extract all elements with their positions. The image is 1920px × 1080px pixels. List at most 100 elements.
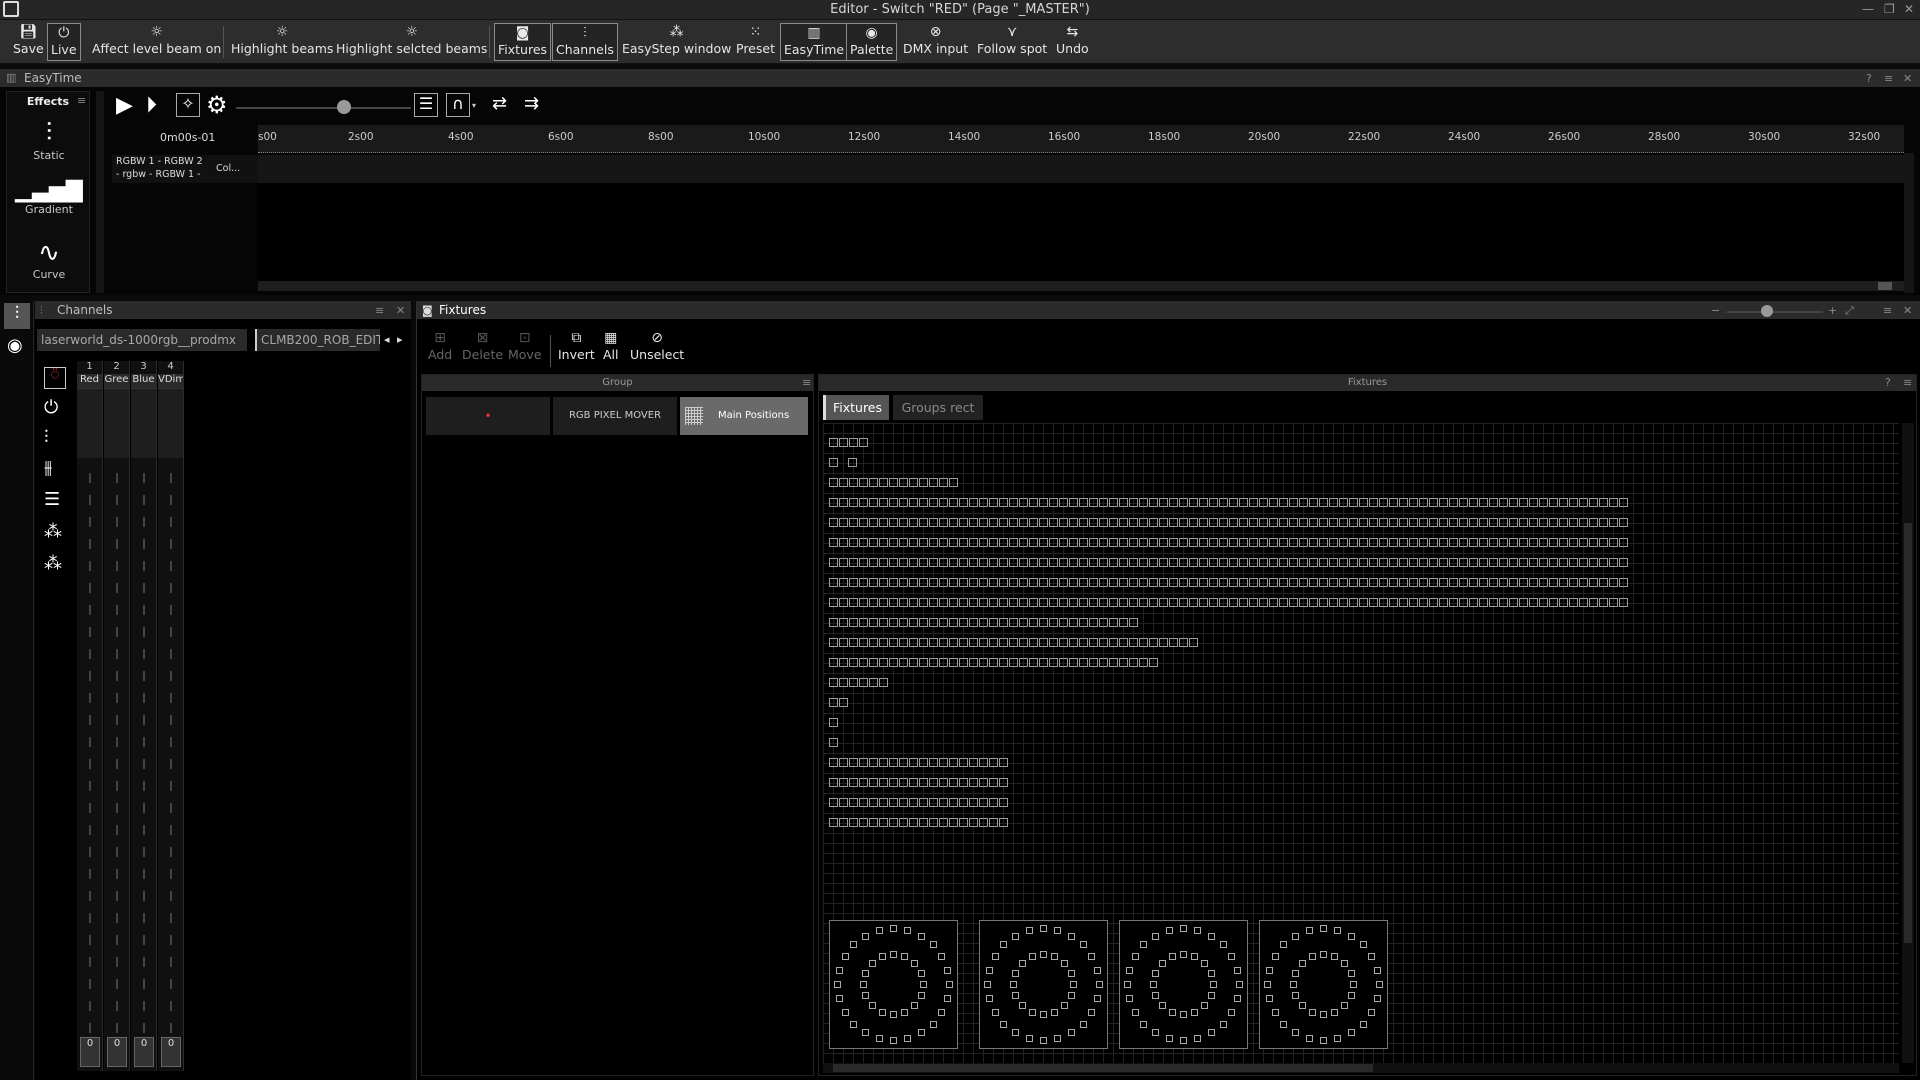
fixture-cell[interactable]: [929, 518, 938, 527]
fixture-cell[interactable]: [1360, 941, 1367, 948]
help-icon[interactable]: ?: [1885, 376, 1891, 389]
fixture-cell[interactable]: [1220, 1021, 1227, 1028]
fixture-cell[interactable]: [909, 798, 918, 807]
fixture-cell[interactable]: [1079, 598, 1088, 607]
fixture-cell[interactable]: [1099, 538, 1108, 547]
channel-column[interactable]: 2 Gree 0: [104, 361, 130, 1071]
fixture-cell[interactable]: [1180, 1011, 1187, 1018]
fixture-cell[interactable]: [1039, 498, 1048, 507]
channel-fader-track[interactable]: [170, 473, 172, 1033]
fixture-cell[interactable]: [929, 478, 938, 487]
fixture-cell[interactable]: [1429, 558, 1438, 567]
fixture-cell[interactable]: [1579, 558, 1588, 567]
fixture-cell[interactable]: [1331, 953, 1338, 960]
fixture-cell[interactable]: [979, 778, 988, 787]
fixture-cell[interactable]: [949, 638, 958, 647]
fixture-cell[interactable]: [899, 758, 908, 767]
fixture-cell[interactable]: [1259, 538, 1268, 547]
fixture-cell[interactable]: [1369, 498, 1378, 507]
fixture-cell[interactable]: [1579, 578, 1588, 587]
fixture-cell[interactable]: [1179, 538, 1188, 547]
easytime-button[interactable]: ▥ EasyTime: [780, 23, 849, 61]
fixture-cell[interactable]: [1000, 941, 1007, 948]
fixture-cell[interactable]: [1169, 538, 1178, 547]
fixture-cell[interactable]: [959, 518, 968, 527]
fixture-cell[interactable]: [862, 970, 869, 977]
fixture-cell[interactable]: [1259, 498, 1268, 507]
fixture-cell[interactable]: [1029, 618, 1038, 627]
fixture-cell[interactable]: [1292, 992, 1299, 999]
fixture-cell[interactable]: [859, 818, 868, 827]
swap-icon[interactable]: ⇄: [492, 93, 507, 114]
fixture-cell[interactable]: [919, 818, 928, 827]
fixture-cell[interactable]: [849, 638, 858, 647]
fixture-cell[interactable]: [829, 678, 838, 687]
restore-icon[interactable]: ❐: [1884, 2, 1895, 16]
fixture-cell[interactable]: [1579, 598, 1588, 607]
fixture-cell[interactable]: [1179, 598, 1188, 607]
fixture-cell[interactable]: [1049, 618, 1058, 627]
live-button[interactable]: ⏻ Live: [47, 23, 81, 61]
magnet-icon[interactable]: ∩: [446, 93, 470, 117]
zoom-slider-handle[interactable]: [337, 100, 351, 114]
fixture-cell[interactable]: [1349, 578, 1358, 587]
fixture-cell[interactable]: [1099, 598, 1108, 607]
fixture-cell[interactable]: [1334, 1035, 1341, 1042]
fixture-cell[interactable]: [1349, 558, 1358, 567]
fixture-cell[interactable]: [1439, 518, 1448, 527]
fixture-cell[interactable]: [1152, 1029, 1159, 1036]
fixture-cell[interactable]: [859, 518, 868, 527]
fixture-cell[interactable]: [849, 798, 858, 807]
fixture-cell[interactable]: [1149, 518, 1158, 527]
fixture-cell[interactable]: [1409, 598, 1418, 607]
fixture-cell[interactable]: [959, 638, 968, 647]
fixture-cell[interactable]: [1051, 1009, 1058, 1016]
fixture-cell[interactable]: [829, 578, 838, 587]
fixture-cell[interactable]: [1019, 578, 1028, 587]
fixture-cell[interactable]: [1089, 578, 1098, 587]
fixture-cell[interactable]: [1194, 1035, 1201, 1042]
fixture-cell[interactable]: [1239, 598, 1248, 607]
fixture-cell[interactable]: [1139, 538, 1148, 547]
fixture-cell[interactable]: [979, 818, 988, 827]
fixture-cell[interactable]: [899, 578, 908, 587]
fixture-cell[interactable]: [1009, 618, 1018, 627]
fixture-cell[interactable]: [929, 638, 938, 647]
fixture-cell[interactable]: [1529, 518, 1538, 527]
fixture-cell[interactable]: [1099, 498, 1108, 507]
fixture-cell[interactable]: [1129, 538, 1138, 547]
fixture-cell[interactable]: [1119, 498, 1128, 507]
fixture-cell[interactable]: [909, 538, 918, 547]
fixture-cell[interactable]: [1179, 578, 1188, 587]
fixture-cell[interactable]: [1009, 518, 1018, 527]
fixture-cell[interactable]: [1189, 578, 1198, 587]
fixture-cell[interactable]: [1292, 933, 1299, 940]
follow-spot-button[interactable]: ⋎ Follow spot: [974, 23, 1050, 61]
fixture-cell[interactable]: [1609, 518, 1618, 527]
fixture-cell[interactable]: [1019, 960, 1026, 967]
fixture-cell[interactable]: [1489, 598, 1498, 607]
fixture-cell[interactable]: [1369, 558, 1378, 567]
palette-icon[interactable]: ◉: [7, 335, 23, 356]
fixture-cell[interactable]: [939, 618, 948, 627]
fixture-cell[interactable]: [836, 967, 843, 974]
fixture-cell[interactable]: [899, 658, 908, 667]
fixture-cell[interactable]: [889, 538, 898, 547]
fixture-cell[interactable]: [879, 1009, 886, 1016]
fixture-cell[interactable]: [1079, 498, 1088, 507]
fixture-cell[interactable]: [1579, 498, 1588, 507]
fixture-cell[interactable]: [1509, 498, 1518, 507]
fixture-cell[interactable]: [1329, 578, 1338, 587]
fixture-cell[interactable]: [869, 778, 878, 787]
fixture-cell[interactable]: [1579, 538, 1588, 547]
fixture-cell[interactable]: [1040, 1011, 1047, 1018]
fixture-cell[interactable]: [1306, 927, 1313, 934]
fixtures-button[interactable]: ◙ Fixtures: [494, 23, 552, 61]
fixture-cell[interactable]: [1374, 995, 1381, 1002]
fixture-cell[interactable]: [889, 598, 898, 607]
fixture-cell[interactable]: [1389, 518, 1398, 527]
fixture-cell[interactable]: [938, 953, 945, 960]
fixture-cell[interactable]: [1219, 538, 1228, 547]
fixture-cell[interactable]: [1149, 538, 1158, 547]
fixture-cell[interactable]: [869, 960, 876, 967]
